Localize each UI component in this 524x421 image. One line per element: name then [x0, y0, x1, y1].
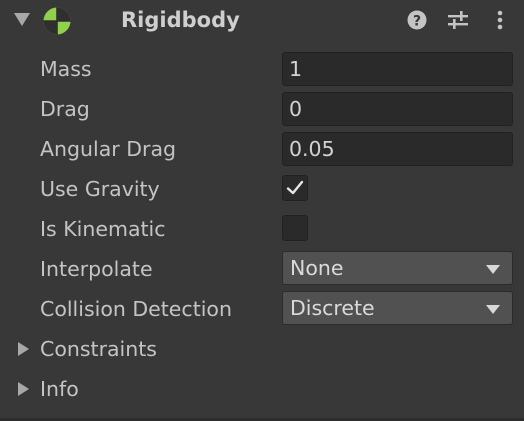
presets-sliders-icon[interactable]	[447, 8, 469, 32]
use-gravity-checkbox[interactable]	[282, 175, 308, 201]
chevron-down-icon	[486, 265, 500, 274]
svg-text:?: ?	[413, 14, 421, 30]
component-header[interactable]: Rigidbody ?	[0, 0, 524, 41]
mass-label: Mass	[40, 57, 92, 81]
is-kinematic-label: Is Kinematic	[40, 217, 166, 241]
triangle-right-icon	[18, 342, 29, 356]
interpolate-dropdown[interactable]: None	[282, 251, 513, 285]
info-label: Info	[40, 377, 79, 401]
collision-detection-selected-value: Discrete	[290, 296, 375, 320]
is-kinematic-checkbox[interactable]	[282, 215, 308, 241]
angular-drag-input[interactable]: 0.05	[282, 132, 513, 166]
triangle-right-icon	[18, 382, 29, 396]
mass-input[interactable]: 1	[282, 52, 513, 86]
info-foldout[interactable]: Info	[0, 372, 260, 406]
collision-detection-dropdown[interactable]: Discrete	[282, 291, 513, 325]
component-title: Rigidbody	[121, 8, 240, 32]
kebab-menu-icon[interactable]	[489, 8, 511, 32]
help-icon[interactable]: ?	[406, 8, 428, 32]
rigidbody-inspector-panel: Rigidbody ? Mass 1 Drag 0 Angular Drag 0…	[0, 0, 524, 421]
interpolate-label: Interpolate	[40, 257, 153, 281]
drag-label: Drag	[40, 97, 90, 121]
chevron-down-icon	[486, 305, 500, 314]
triangle-down-icon[interactable]	[14, 13, 30, 26]
constraints-foldout[interactable]: Constraints	[0, 332, 260, 366]
checkmark-icon	[286, 180, 304, 195]
collision-detection-label: Collision Detection	[40, 297, 232, 321]
angular-drag-label: Angular Drag	[40, 137, 177, 161]
interpolate-selected-value: None	[290, 256, 344, 280]
use-gravity-label: Use Gravity	[40, 177, 160, 201]
rigidbody-icon	[43, 7, 71, 35]
constraints-label: Constraints	[40, 337, 157, 361]
drag-input[interactable]: 0	[282, 92, 513, 126]
